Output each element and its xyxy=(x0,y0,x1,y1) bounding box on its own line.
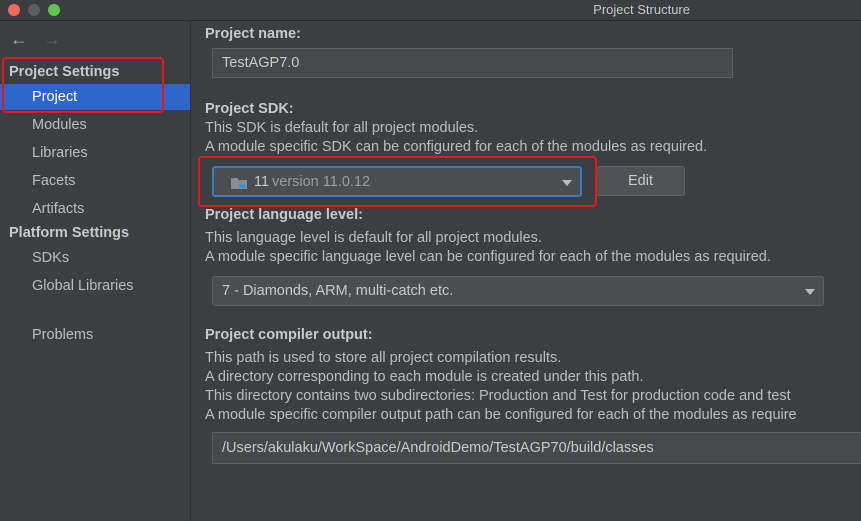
platform-settings-header: Platform Settings xyxy=(9,225,130,241)
language-level-desc-2: A module specific language level can be … xyxy=(205,249,771,265)
compiler-output-desc-4: A module specific compiler output path c… xyxy=(205,407,797,423)
language-level-value: 7 - Diamonds, ARM, multi-catch etc. xyxy=(222,283,454,299)
project-sdk-desc-2: A module specific SDK can be configured … xyxy=(205,139,708,155)
sidebar: ← → Project Settings Project Modules Lib… xyxy=(0,21,191,521)
compiler-output-desc-2: A directory corresponding to each module… xyxy=(205,369,644,385)
compiler-output-path-input[interactable]: /Users/akulaku/WorkSpace/AndroidDemo/Tes… xyxy=(212,432,861,464)
compiler-output-label: Project compiler output: xyxy=(205,327,373,343)
sidebar-item-sdks[interactable]: SDKs xyxy=(0,245,190,271)
language-level-label: Project language level: xyxy=(205,207,363,223)
nav-arrows: ← → xyxy=(10,29,71,50)
sidebar-item-problems[interactable]: Problems xyxy=(0,322,190,348)
compiler-output-desc-1: This path is used to store all project c… xyxy=(205,350,562,366)
project-name-input[interactable]: TestAGP7.0 xyxy=(212,48,733,78)
sidebar-item-facets[interactable]: Facets xyxy=(0,168,190,194)
sidebar-item-global-libraries[interactable]: Global Libraries xyxy=(0,273,190,299)
sidebar-item-libraries[interactable]: Libraries xyxy=(0,140,190,166)
edit-sdk-button[interactable]: Edit xyxy=(596,166,685,196)
window-title: Project Structure xyxy=(593,2,690,17)
chevron-down-icon xyxy=(805,289,815,295)
main-panel: Project name: TestAGP7.0 Project SDK: Th… xyxy=(191,21,861,521)
highlight-box-sdk xyxy=(198,156,597,207)
forward-arrow-icon[interactable]: → xyxy=(43,29,61,49)
project-sdk-label: Project SDK: xyxy=(205,101,294,117)
language-level-desc-1: This language level is default for all p… xyxy=(205,230,542,246)
back-arrow-icon[interactable]: ← xyxy=(10,29,28,49)
language-level-select[interactable]: 7 - Diamonds, ARM, multi-catch etc. xyxy=(212,276,824,306)
project-sdk-desc-1: This SDK is default for all project modu… xyxy=(205,120,479,136)
title-bar: Project Structure xyxy=(0,0,861,21)
project-name-label: Project name: xyxy=(205,26,301,42)
highlight-box-project-settings xyxy=(2,57,164,113)
sidebar-item-artifacts[interactable]: Artifacts xyxy=(0,196,190,222)
compiler-output-desc-3: This directory contains two subdirectori… xyxy=(205,388,791,404)
sidebar-item-modules[interactable]: Modules xyxy=(0,112,190,138)
